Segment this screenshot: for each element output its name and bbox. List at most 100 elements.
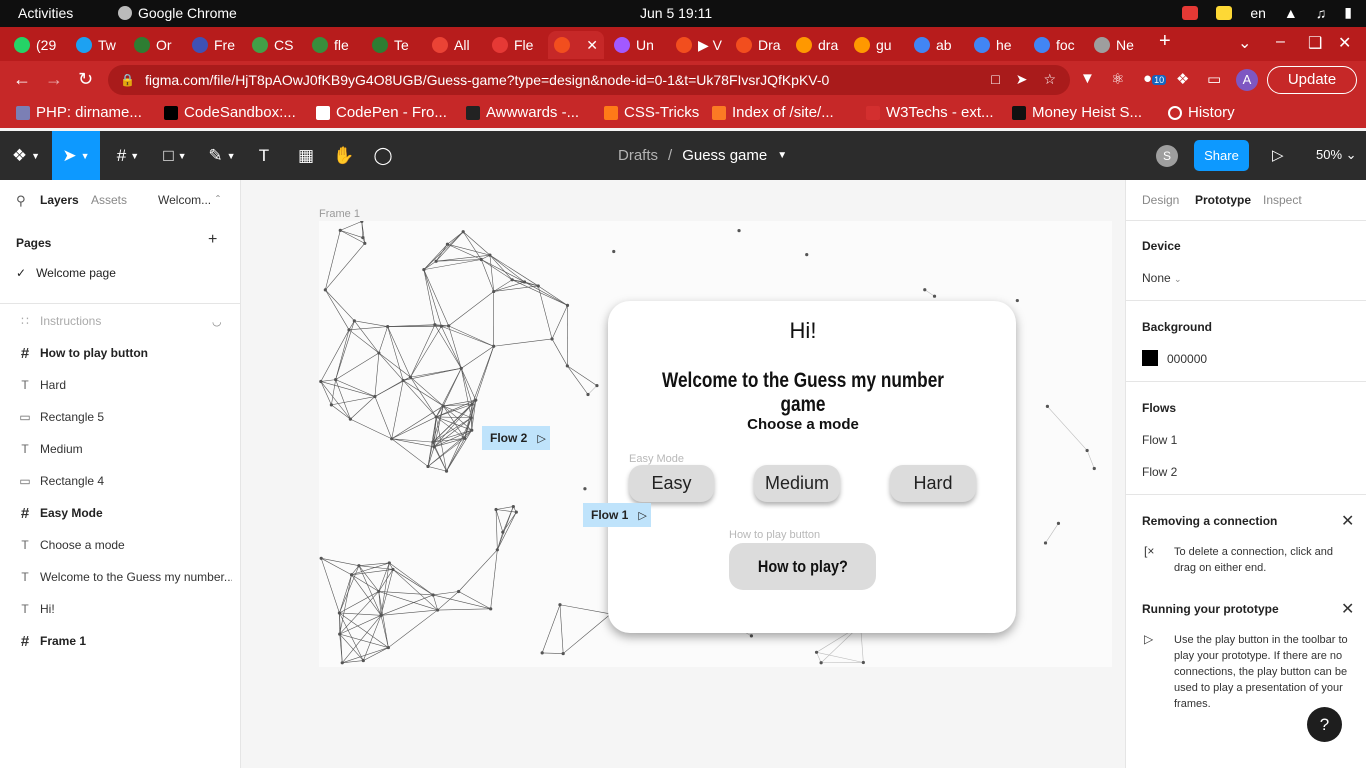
figma-menu-icon[interactable]: ❖ ▼ bbox=[6, 131, 46, 180]
present-play-icon[interactable]: ▷ bbox=[1272, 146, 1284, 164]
tab-prototype[interactable]: Prototype bbox=[1195, 193, 1251, 207]
hard-button[interactable]: Hard bbox=[890, 465, 976, 502]
flow-item-1[interactable]: Flow 1 bbox=[1142, 433, 1177, 447]
flow-item-2[interactable]: Flow 2 bbox=[1142, 465, 1177, 479]
browser-tab[interactable]: foc bbox=[1028, 31, 1084, 59]
file-name[interactable]: Guess game bbox=[682, 147, 767, 164]
layer-item[interactable]: ∷ Instructions ◡ bbox=[0, 305, 240, 337]
bookmark-item[interactable]: Money Heist S... bbox=[1012, 104, 1142, 121]
device-dropdown[interactable]: None ⌄ bbox=[1142, 271, 1182, 285]
welcome-card[interactable]: Hi! Welcome to the Guess my number game … bbox=[608, 301, 1016, 633]
browser-tab[interactable]: ab bbox=[908, 31, 964, 59]
browser-tab[interactable]: he bbox=[968, 31, 1024, 59]
browser-tab[interactable]: Te bbox=[366, 31, 422, 59]
layer-item[interactable]: # How to play button bbox=[0, 337, 240, 369]
new-tab-button[interactable]: + bbox=[1159, 30, 1171, 53]
language-indicator[interactable]: en bbox=[1250, 5, 1266, 21]
bookmark-star-icon[interactable]: ☆ bbox=[1043, 71, 1056, 88]
bookmark-item[interactable]: Index of /site/... bbox=[712, 104, 834, 121]
reload-button[interactable]: ↻ bbox=[78, 69, 93, 90]
frame-label[interactable]: Frame 1 bbox=[319, 208, 360, 220]
browser-tab[interactable]: dra bbox=[790, 31, 844, 59]
browser-tab[interactable]: ▶ V bbox=[670, 31, 726, 59]
hidden-eye-icon[interactable]: ◡ bbox=[212, 315, 222, 328]
layer-item[interactable]: ▭ Rectangle 4 bbox=[0, 465, 240, 497]
battery-icon[interactable]: ▮ bbox=[1344, 4, 1352, 21]
medium-button[interactable]: Medium bbox=[754, 465, 840, 502]
add-page-button[interactable]: + bbox=[208, 231, 217, 249]
layer-item[interactable]: T Choose a mode bbox=[0, 529, 240, 561]
layer-item[interactable]: T Hard bbox=[0, 369, 240, 401]
flow-1-tag[interactable]: Flow 1 ▷ bbox=[583, 503, 651, 527]
react-devtools-icon[interactable]: ⚛ bbox=[1111, 70, 1124, 88]
shape-tool-icon[interactable]: □ ▼ bbox=[155, 131, 195, 180]
anydesk-icon[interactable] bbox=[1182, 5, 1199, 20]
browser-tab[interactable]: fle bbox=[306, 31, 362, 59]
browser-tab[interactable]: All bbox=[426, 31, 482, 59]
extension-badge-icon[interactable]: ● 10 bbox=[1143, 70, 1167, 87]
comment-tool-icon[interactable]: ◯ bbox=[369, 131, 397, 180]
move-tool-icon[interactable]: ➤ ▼ bbox=[52, 131, 100, 180]
bookmark-item[interactable]: CSS-Tricks bbox=[604, 104, 699, 121]
close-window-button[interactable]: ✕ bbox=[1338, 33, 1351, 53]
browser-tab[interactable]: gu bbox=[848, 31, 904, 59]
pen-tool-icon[interactable]: ✎ ▼ bbox=[202, 131, 242, 180]
extensions-puzzle-icon[interactable]: ❖ bbox=[1176, 70, 1189, 88]
bookmark-item[interactable]: CodePen - Fro... bbox=[316, 104, 447, 121]
bookmark-item[interactable]: History bbox=[1168, 104, 1235, 121]
user-avatar[interactable]: S bbox=[1156, 145, 1178, 167]
browser-tab[interactable]: ✕ bbox=[548, 31, 604, 59]
volume-icon[interactable]: ♫ bbox=[1316, 5, 1327, 21]
help-button[interactable]: ? bbox=[1307, 707, 1342, 742]
frame-tool-icon[interactable]: # ▼ bbox=[108, 131, 148, 180]
clock[interactable]: Jun 5 19:11 bbox=[640, 5, 712, 21]
frame-1[interactable]: Hi! Welcome to the Guess my number game … bbox=[319, 221, 1112, 667]
background-hex-input[interactable]: 000000 bbox=[1167, 352, 1207, 366]
close-tab-icon[interactable]: ✕ bbox=[586, 37, 598, 54]
maximize-button[interactable]: ❑ bbox=[1308, 33, 1322, 53]
forward-button[interactable]: → bbox=[45, 69, 63, 90]
welcome-heading[interactable]: Welcome to the Guess my number game bbox=[643, 369, 963, 417]
chevron-up-icon[interactable]: ˆ bbox=[216, 193, 220, 207]
tab-search-icon[interactable]: ⌄ bbox=[1238, 33, 1251, 53]
browser-tab[interactable]: CS bbox=[246, 31, 302, 59]
browser-tab[interactable]: Ne bbox=[1088, 31, 1146, 59]
how-to-play-button[interactable]: How to play? bbox=[729, 543, 876, 590]
breadcrumb-drafts[interactable]: Drafts bbox=[618, 147, 658, 164]
browser-tab[interactable]: Fre bbox=[186, 31, 242, 59]
vue-devtools-icon[interactable]: ▼ bbox=[1080, 70, 1095, 87]
share-icon[interactable]: ➤ bbox=[1016, 71, 1028, 88]
system-tray[interactable]: en ▲ ♫ ▮ bbox=[1182, 4, 1352, 21]
layer-item[interactable]: ▭ Rectangle 5 bbox=[0, 401, 240, 433]
bookmark-item[interactable]: W3Techs - ext... bbox=[866, 104, 994, 121]
back-button[interactable]: ← bbox=[13, 69, 31, 90]
side-panel-icon[interactable]: ▭ bbox=[1207, 70, 1221, 88]
browser-tab[interactable]: (29 bbox=[8, 31, 66, 59]
notes-icon[interactable] bbox=[1216, 5, 1233, 20]
tab-assets[interactable]: Assets bbox=[91, 193, 127, 207]
search-icon[interactable]: ⚲ bbox=[16, 193, 26, 209]
address-bar[interactable]: 🔒 figma.com/file/HjT8pAOwJ0fKB9yG4O8UGB/… bbox=[108, 65, 1070, 95]
bookmark-item[interactable]: PHP: dirname... bbox=[16, 104, 142, 121]
app-menu[interactable]: Google Chrome bbox=[118, 5, 237, 21]
close-icon[interactable]: ✕ bbox=[1341, 599, 1354, 619]
url-text[interactable]: figma.com/file/HjT8pAOwJ0fKB9yG4O8UGB/Gu… bbox=[145, 72, 965, 88]
bookmark-item[interactable]: CodeSandbox:... bbox=[164, 104, 296, 121]
save-page-icon[interactable]: □ bbox=[991, 71, 999, 88]
activities-button[interactable]: Activities bbox=[18, 5, 73, 21]
close-icon[interactable]: ✕ bbox=[1341, 511, 1354, 531]
easy-button[interactable]: Easy bbox=[629, 465, 714, 502]
hand-tool-icon[interactable]: ✋ bbox=[330, 131, 358, 180]
tab-inspect[interactable]: Inspect bbox=[1263, 193, 1302, 207]
design-canvas[interactable]: Frame 1 Hi! Welcome to the Guess my numb… bbox=[241, 180, 1125, 768]
wifi-icon[interactable]: ▲ bbox=[1284, 5, 1298, 21]
layer-item[interactable]: # Easy Mode bbox=[0, 497, 240, 529]
layer-item[interactable]: T Hi! bbox=[0, 593, 240, 625]
choose-mode-heading[interactable]: Choose a mode bbox=[608, 416, 998, 433]
text-tool-icon[interactable]: T bbox=[250, 131, 278, 180]
profile-avatar[interactable]: A bbox=[1236, 69, 1258, 91]
tab-layers[interactable]: Layers bbox=[40, 193, 79, 207]
share-button[interactable]: Share bbox=[1194, 140, 1249, 171]
layer-item[interactable]: # Frame 1 bbox=[0, 625, 240, 657]
browser-tab[interactable]: Un bbox=[608, 31, 666, 59]
